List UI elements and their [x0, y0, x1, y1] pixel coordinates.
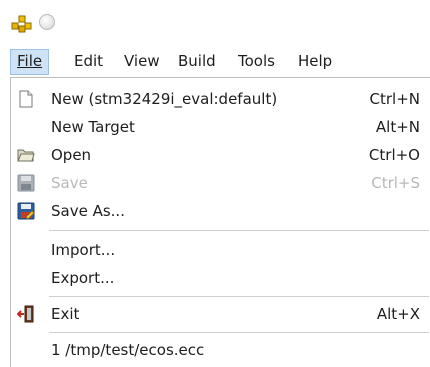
- menu-item-recent-1[interactable]: 1 /tmp/test/ecos.ecc: [11, 336, 430, 364]
- menu-build[interactable]: Build: [172, 50, 222, 72]
- floppy-disk-icon: [17, 174, 35, 192]
- menu-item-label: Exit: [51, 305, 80, 323]
- save-as-icon: [17, 202, 35, 220]
- menu-help[interactable]: Help: [292, 50, 338, 72]
- folder-open-icon: [17, 149, 35, 162]
- menu-item-new-target[interactable]: New Target Alt+N: [11, 113, 430, 141]
- menu-bar: File Edit View Build Tools Help: [0, 46, 430, 78]
- menu-item-shortcut: Alt+N: [375, 118, 420, 136]
- menu-separator: [49, 296, 429, 297]
- menu-item-export[interactable]: Export...: [11, 264, 430, 292]
- window-titlebar: [0, 0, 430, 46]
- menu-item-new[interactable]: New (stm32429i_eval:default) Ctrl+N: [11, 85, 430, 113]
- app-icon[interactable]: [11, 12, 33, 34]
- menu-item-open[interactable]: Open Ctrl+O: [11, 141, 430, 169]
- menu-item-label: 1 /tmp/test/ecos.ecc: [51, 341, 205, 359]
- menu-item-save-as[interactable]: Save As...: [11, 197, 430, 225]
- menu-separator: [49, 230, 429, 231]
- menu-item-label: New Target: [51, 118, 135, 136]
- menu-tools[interactable]: Tools: [232, 50, 281, 72]
- menu-item-import[interactable]: Import...: [11, 236, 430, 264]
- menu-edit[interactable]: Edit: [68, 50, 109, 72]
- menu-item-shortcut: Ctrl+O: [368, 146, 420, 164]
- menu-item-label: Import...: [51, 241, 116, 259]
- menu-file[interactable]: File: [10, 49, 50, 75]
- menu-item-label: Open: [51, 146, 92, 164]
- menu-item-exit[interactable]: Exit Alt+X: [11, 300, 430, 328]
- exit-door-icon: [17, 305, 34, 323]
- menu-item-label: Save As...: [51, 202, 125, 220]
- menu-item-save[interactable]: Save Ctrl+S: [11, 169, 430, 197]
- window-menu-button[interactable]: [39, 14, 55, 30]
- menu-view[interactable]: View: [118, 50, 166, 72]
- menu-item-label: New (stm32429i_eval:default): [51, 90, 278, 108]
- file-menu-dropdown: New (stm32429i_eval:default) Ctrl+N New …: [10, 77, 430, 367]
- menu-item-label: Save: [51, 174, 88, 192]
- menu-item-shortcut: Ctrl+S: [371, 174, 420, 192]
- menu-item-shortcut: Ctrl+N: [369, 90, 420, 108]
- menu-item-shortcut: Alt+X: [376, 305, 420, 323]
- menu-separator: [49, 332, 429, 333]
- new-document-icon: [19, 90, 33, 108]
- menu-item-label: Export...: [51, 269, 115, 287]
